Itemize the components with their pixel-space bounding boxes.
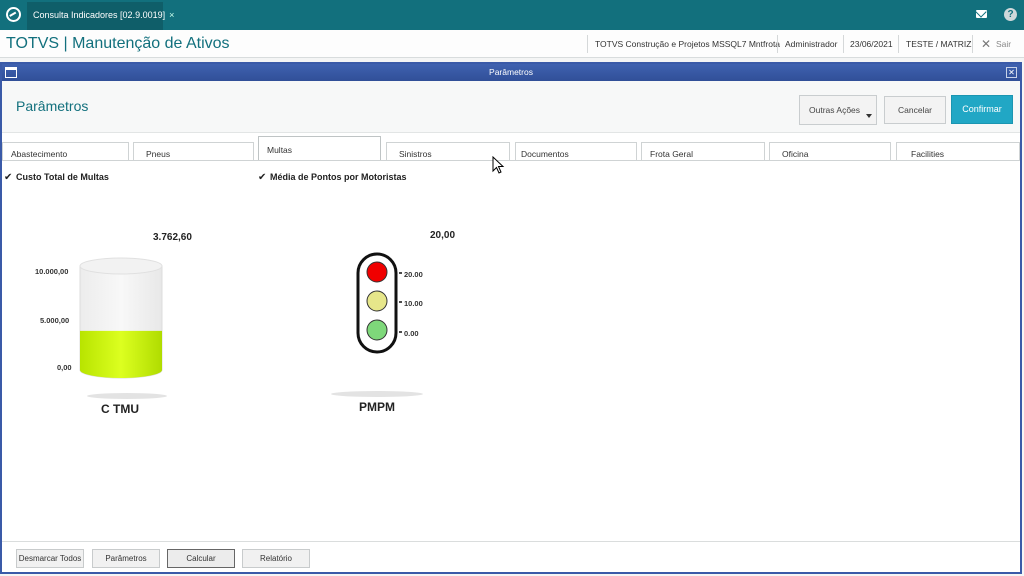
tab-frota-geral[interactable]: Frota Geral — [641, 142, 765, 161]
help-icon[interactable]: ? — [1004, 8, 1017, 21]
pmpm-tick-label: 0.00 — [404, 329, 419, 338]
more-actions-button[interactable]: Outras Ações — [799, 95, 877, 125]
exit-button[interactable]: Sair — [996, 39, 1011, 49]
confirm-button[interactable]: Confirmar — [951, 95, 1013, 124]
parameters-dialog: Parâmetros ✕ Parâmetros Outras Ações Can… — [0, 62, 1022, 574]
app-title: TOTVS | Manutenção de Ativos — [6, 35, 230, 52]
pmpm-value-label: 20,00 — [430, 230, 456, 241]
pmpm-tick-label: 10.00 — [404, 299, 423, 308]
ctmu-chart-title: C TMU — [101, 402, 139, 416]
cylinder-top — [79, 257, 163, 275]
tab-oficina[interactable]: Oficina — [769, 142, 891, 161]
checkbox-label: Custo Total de Multas — [16, 172, 109, 182]
app-tab[interactable]: Consulta Indicadores [02.9.0019] × — [27, 2, 174, 30]
tab-pneus[interactable]: Pneus — [133, 142, 254, 161]
parameters-button[interactable]: Parâmetros — [92, 549, 160, 568]
ctmu-tick-label: 0,00 — [57, 363, 72, 372]
pmpm-tick-label: 20.00 — [404, 270, 423, 279]
ctmu-value-label: 3.762,60 — [153, 232, 192, 243]
mouse-cursor-icon — [492, 156, 505, 174]
app-tab-label: Consulta Indicadores [02.9.0019] — [33, 10, 166, 20]
dialog-window-title: Parâmetros — [489, 67, 533, 77]
caret-down-icon — [866, 114, 872, 118]
top-bar: Consulta Indicadores [02.9.0019] × ? — [0, 0, 1024, 30]
tab-underline — [2, 160, 1020, 161]
header-separator — [898, 35, 899, 53]
app-header: TOTVS | Manutenção de Ativos TOTVS Const… — [0, 30, 1024, 58]
checkmark-icon: ✔ — [258, 172, 267, 183]
tab-close-icon[interactable]: × — [169, 10, 174, 20]
cancel-button[interactable]: Cancelar — [884, 96, 946, 124]
dialog-titlebar: Parâmetros ✕ — [2, 64, 1020, 81]
checkbox-media-pontos[interactable]: ✔ Média de Pontos por Motoristas — [258, 172, 407, 183]
date-label: 23/06/2021 — [850, 39, 893, 49]
header-separator — [777, 35, 778, 53]
header-separator — [587, 35, 588, 53]
mail-icon[interactable] — [976, 10, 987, 18]
report-button[interactable]: Relatório — [242, 549, 310, 568]
dialog-footer: Desmarcar Todos Parâmetros Calcular Rela… — [2, 541, 1020, 572]
tab-facilities[interactable]: Facilities — [896, 142, 1020, 161]
uncheck-all-button[interactable]: Desmarcar Todos — [16, 549, 84, 568]
ctmu-tick-label: 5.000,00 — [40, 316, 70, 325]
exit-icon[interactable]: ✕ — [981, 37, 991, 51]
traffic-light-green — [366, 319, 388, 341]
header-separator — [972, 35, 973, 53]
tab-multas[interactable]: Multas — [258, 136, 381, 161]
totvs-logo-icon[interactable] — [6, 7, 21, 22]
header-separator — [843, 35, 844, 53]
checkmark-icon: ✔ — [4, 172, 13, 183]
environment-label: TOTVS Construção e Projetos MSSQL7 Mntfr… — [595, 39, 781, 49]
dialog-header: Parâmetros Outras Ações Cancelar Confirm… — [2, 81, 1020, 133]
gauge-shadow — [331, 391, 423, 397]
checkbox-label: Média de Pontos por Motoristas — [270, 172, 407, 182]
window-icon — [5, 67, 17, 78]
tab-documentos[interactable]: Documentos — [515, 142, 637, 161]
user-label: Administrador — [785, 39, 838, 49]
ctmu-cylinder-gauge — [79, 257, 167, 399]
calculate-button[interactable]: Calcular — [167, 549, 235, 568]
pmpm-chart-title: PMPM — [359, 400, 395, 414]
more-actions-label: Outras Ações — [809, 105, 861, 115]
checkbox-custo-total-multas[interactable]: ✔ Custo Total de Multas — [4, 172, 109, 183]
traffic-light-red — [366, 261, 388, 283]
traffic-light-yellow — [366, 290, 388, 312]
tab-abastecimento[interactable]: Abastecimento — [2, 142, 129, 161]
dialog-close-icon[interactable]: ✕ — [1006, 67, 1017, 78]
ctmu-tick-label: 10.000,00 — [35, 267, 69, 276]
cylinder-fill — [80, 330, 162, 378]
dialog-heading: Parâmetros — [16, 98, 89, 114]
branch-label: TESTE / MATRIZ — [906, 39, 972, 49]
gauge-shadow — [87, 393, 167, 399]
